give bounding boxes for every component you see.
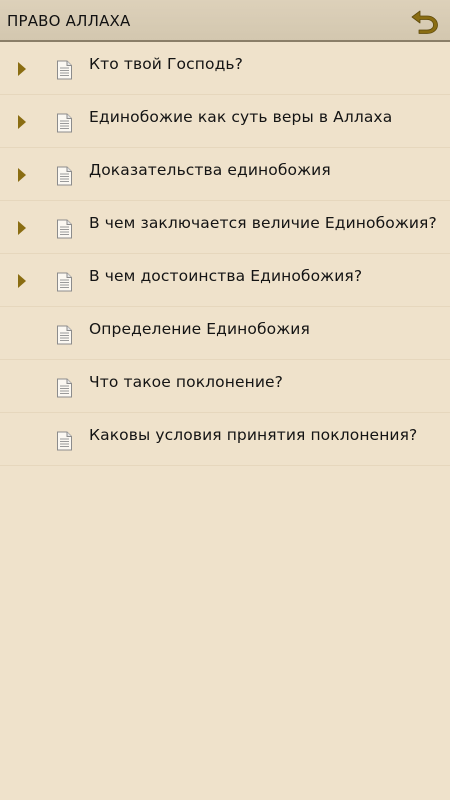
list-item-label: Каковы условия принятия поклонения? — [89, 426, 418, 444]
list-item-label: В чем достоинства Единобожия? — [89, 267, 363, 285]
back-button[interactable] — [410, 7, 440, 35]
expand-arrow-icon[interactable] — [18, 115, 26, 129]
action-bar: ПРАВО АЛЛАХА — [0, 0, 450, 42]
list-item[interactable]: Единобожие как суть веры в Аллаха — [0, 95, 450, 148]
topic-list: Кто твой Господь? Единобожие как суть ве… — [0, 42, 450, 466]
document-icon — [57, 272, 72, 292]
list-item[interactable]: В чем достоинства Единобожия? — [0, 254, 450, 307]
list-item-label: Доказательства единобожия — [89, 161, 331, 179]
document-icon — [57, 166, 72, 186]
document-icon — [57, 60, 72, 80]
expand-arrow-icon[interactable] — [18, 168, 26, 182]
list-item[interactable]: В чем заключается величие Единобожия? — [0, 201, 450, 254]
list-item[interactable]: Кто твой Господь? — [0, 42, 450, 95]
document-icon — [57, 113, 72, 133]
document-icon — [57, 325, 72, 345]
page-title: ПРАВО АЛЛАХА — [7, 12, 131, 30]
expand-arrow-icon[interactable] — [18, 221, 26, 235]
document-icon — [57, 431, 72, 451]
list-item-label: В чем заключается величие Единобожия? — [89, 214, 437, 232]
list-item-label: Что такое поклонение? — [89, 373, 284, 391]
list-item-label: Кто твой Господь? — [89, 55, 243, 73]
undo-arrow-icon — [411, 10, 438, 34]
app-screen: ПРАВО АЛЛАХА Кто твой Господь? Единобожи… — [0, 0, 450, 800]
list-item[interactable]: Что такое поклонение? — [0, 360, 450, 413]
list-item[interactable]: Доказательства единобожия — [0, 148, 450, 201]
expand-arrow-icon[interactable] — [18, 62, 26, 76]
expand-arrow-icon[interactable] — [18, 274, 26, 288]
document-icon — [57, 378, 72, 398]
list-item-label: Определение Единобожия — [89, 320, 310, 338]
list-item[interactable]: Каковы условия принятия поклонения? — [0, 413, 450, 466]
list-item[interactable]: Определение Единобожия — [0, 307, 450, 360]
document-icon — [57, 219, 72, 239]
list-item-label: Единобожие как суть веры в Аллаха — [89, 108, 393, 126]
